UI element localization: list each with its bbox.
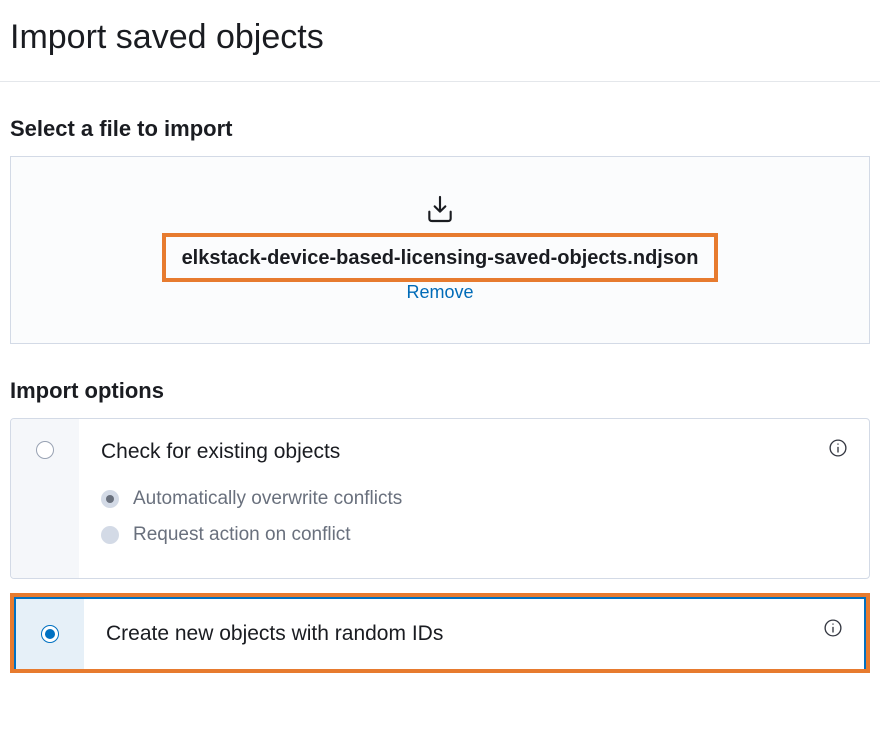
import-options-group: Check for existing objects Automatically… [10, 418, 870, 579]
options-section-heading: Import options [10, 378, 870, 404]
radio-overwrite[interactable] [101, 490, 119, 508]
option-check-title: Check for existing objects [101, 437, 819, 466]
sub-option-overwrite[interactable]: Automatically overwrite conflicts [101, 488, 819, 510]
filename-text: elkstack-device-based-licensing-saved-ob… [182, 247, 699, 269]
sub-label-overwrite: Automatically overwrite conflicts [133, 488, 402, 510]
page-title: Import saved objects [0, 0, 880, 81]
filename-highlight: elkstack-device-based-licensing-saved-ob… [162, 233, 719, 282]
file-section-heading: Select a file to import [10, 116, 870, 142]
option-create-highlight: Create new objects with random IDs [10, 593, 870, 672]
radio-create-random[interactable] [41, 625, 59, 643]
sub-option-request[interactable]: Request action on conflict [101, 524, 819, 546]
radio-request[interactable] [101, 526, 119, 544]
info-icon[interactable] [829, 439, 847, 457]
option-create-random[interactable]: Create new objects with random IDs [14, 597, 866, 668]
sub-label-request: Request action on conflict [133, 524, 351, 546]
remove-file-link[interactable]: Remove [31, 282, 849, 303]
import-icon [424, 193, 456, 225]
file-drop-zone[interactable]: elkstack-device-based-licensing-saved-ob… [10, 156, 870, 344]
info-icon[interactable] [824, 619, 842, 637]
divider [0, 81, 880, 82]
option-create-title: Create new objects with random IDs [106, 619, 814, 648]
radio-check-existing[interactable] [36, 441, 54, 459]
option-check-existing[interactable]: Check for existing objects Automatically… [11, 419, 869, 578]
